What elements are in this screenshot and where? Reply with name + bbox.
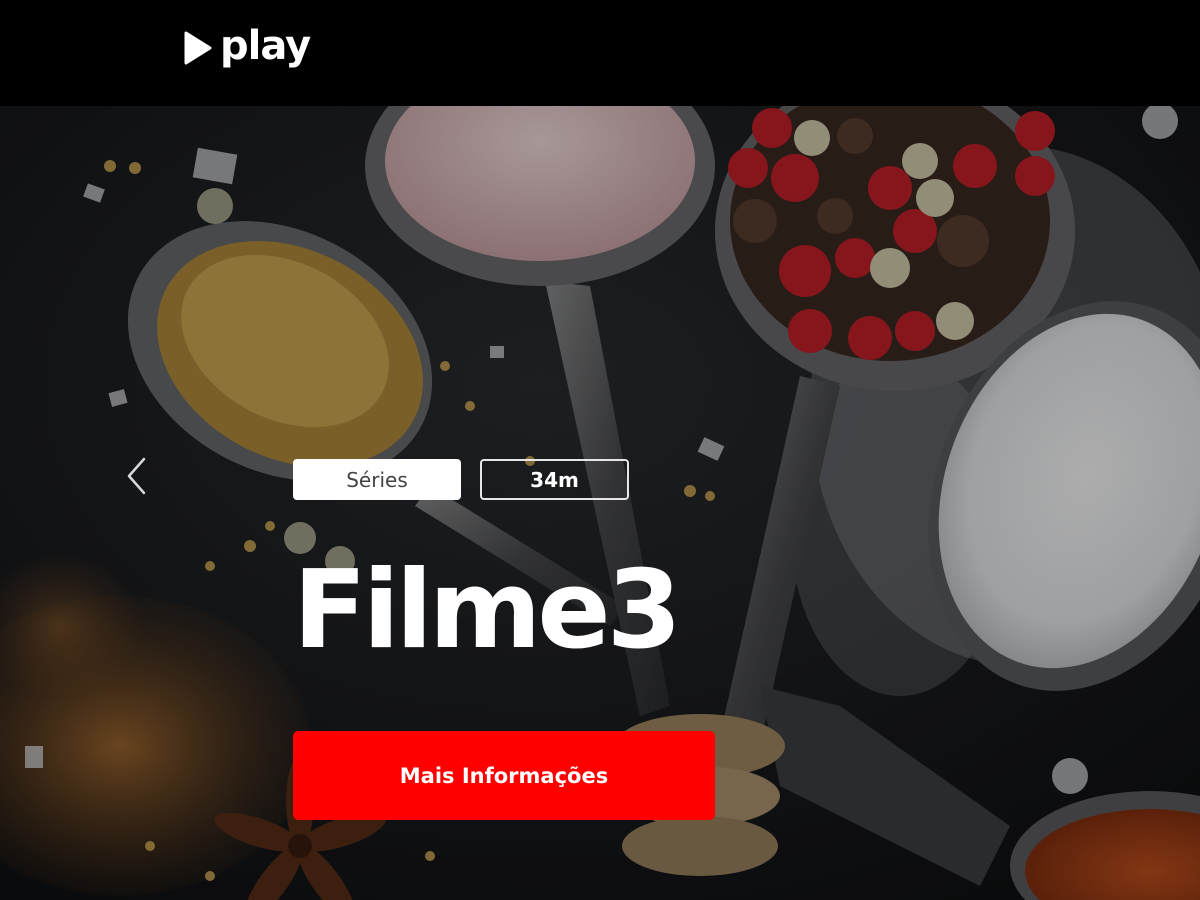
play-logo[interactable]: play xyxy=(184,23,311,70)
logo-text: play xyxy=(220,23,311,69)
movie-title: Filme3 xyxy=(293,548,682,673)
play-triangle-icon xyxy=(184,31,212,65)
chevron-left-icon xyxy=(127,457,146,495)
category-tag: Séries xyxy=(293,459,461,500)
hero-banner: Séries 34m Filme3 Mais Informações xyxy=(0,106,1200,900)
top-bar: play xyxy=(0,0,1200,106)
duration-tag: 34m xyxy=(480,459,629,500)
carousel-prev-button[interactable] xyxy=(118,454,154,498)
more-info-button[interactable]: Mais Informações xyxy=(293,731,715,820)
